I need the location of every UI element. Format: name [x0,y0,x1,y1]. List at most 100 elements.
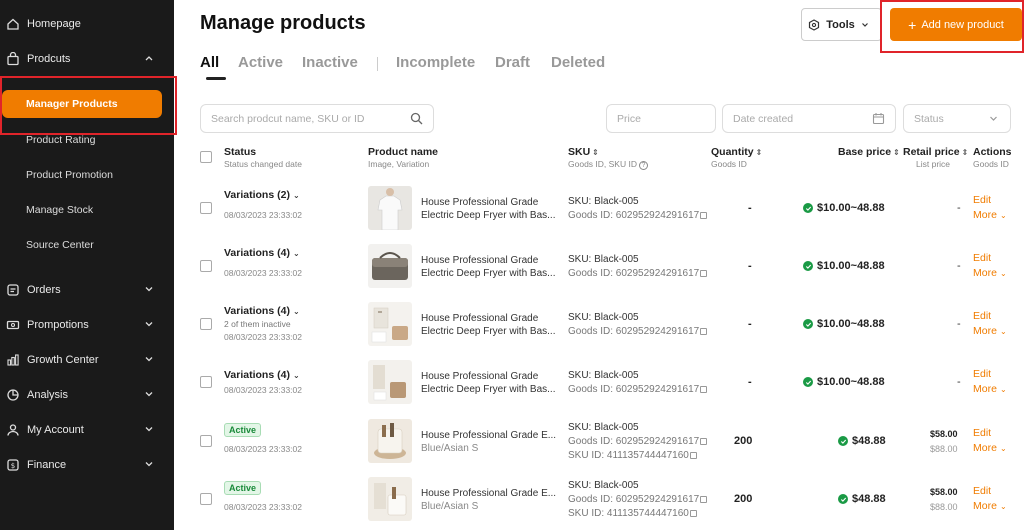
analysis-icon [6,388,20,402]
copy-icon[interactable] [689,509,697,517]
row-checkbox[interactable] [200,260,212,272]
product-thumbnail[interactable] [368,244,412,288]
sidebar-item-products[interactable]: Prodcuts [0,45,174,73]
sidebar-sub-manage-stock[interactable]: Manage Stock [26,204,93,216]
variations-toggle[interactable]: Variations (4) ⌄ [224,369,300,381]
col-sku[interactable]: SKU ⇕ [568,146,599,158]
product-variation: Blue/Asian S [421,501,479,512]
variations-toggle[interactable]: Variations (4) ⌄ [224,305,300,317]
edit-link[interactable]: Edit [973,310,991,322]
price-filter[interactable]: Price [606,104,716,133]
more-dropdown[interactable]: More ⌄ [973,267,1007,279]
col-retail-sub: List price [916,159,951,169]
sidebar-item-label: My Account [27,424,84,436]
base-price: $48.88 [838,435,886,447]
copy-icon[interactable] [700,269,708,277]
table-row[interactable]: Variations (2) ⌄ 08/03/2023 23:33:02 Hous… [188,180,1024,238]
product-name[interactable]: House Professional Grade E... Blue/Asian … [421,487,561,513]
variations-toggle[interactable]: Variations (4) ⌄ [224,247,300,259]
base-price: $48.88 [838,493,886,505]
search-input[interactable]: Search prodcut name, SKU or ID [200,104,434,133]
select-all-checkbox[interactable] [200,151,212,163]
sidebar-item-promotions[interactable]: Prompotions [0,311,174,339]
product-name[interactable]: House Professional Grade Electric Deep Fr… [421,312,561,338]
retail-price: - [957,260,961,272]
table-row[interactable]: Variations (4) ⌄ 2 of them inactive 08/03… [188,296,1024,354]
list-price: $88.00 [930,502,958,512]
col-quantity[interactable]: Quantity ⇕ [711,146,762,158]
col-status-sub: Status changed date [224,159,302,169]
tab-incomplete[interactable]: Incomplete [396,54,475,71]
row-checkbox[interactable] [200,376,212,388]
tab-draft[interactable]: Draft [495,54,530,71]
product-thumbnail[interactable] [368,186,412,230]
product-thumbnail[interactable] [368,302,412,346]
product-name[interactable]: House Professional Grade Electric Deep Fr… [421,370,561,396]
status-filter[interactable]: Status [903,104,1011,133]
base-price: $10.00~48.88 [803,202,885,214]
date-created-filter[interactable]: Date created [722,104,896,133]
more-dropdown[interactable]: More ⌄ [973,500,1007,512]
sidebar-item-growth-center[interactable]: Growth Center [0,346,174,374]
sidebar-item-finance[interactable]: $ Finance [0,451,174,479]
variations-toggle[interactable]: Variations (2) ⌄ [224,189,300,201]
tools-button[interactable]: Tools [801,8,882,41]
table-row[interactable]: Active 08/03/2023 23:33:02 House Profess… [188,471,1024,529]
goods-id: Goods ID: 602952924291617 [568,210,708,221]
col-sku-label: SKU [568,146,591,158]
goods-id-value: Goods ID: 602952924291617 [568,494,700,505]
status-date: 08/03/2023 23:33:02 [224,332,302,342]
product-name[interactable]: House Professional Grade Electric Deep Fr… [421,254,561,280]
table-row[interactable]: Variations (4) ⌄ 08/03/2023 23:33:02 Hous… [188,354,1024,412]
row-checkbox[interactable] [200,435,212,447]
tab-deleted[interactable]: Deleted [551,54,605,71]
edit-link[interactable]: Edit [973,252,991,264]
row-checkbox[interactable] [200,202,212,214]
row-checkbox[interactable] [200,493,212,505]
page-title: Manage products [200,12,366,34]
edit-link[interactable]: Edit [973,485,991,497]
sidebar-item-label: Orders [27,284,61,296]
col-base-label: Base price [838,146,892,158]
more-dropdown[interactable]: More ⌄ [973,209,1007,221]
tools-icon [809,18,820,31]
sidebar-item-homepage[interactable]: Homepage [0,10,174,38]
sidebar-sub-source-center[interactable]: Source Center [26,239,94,251]
more-dropdown[interactable]: More ⌄ [973,442,1007,454]
copy-icon[interactable] [700,385,708,393]
base-price-value: $10.00~48.88 [817,260,885,272]
product-thumbnail[interactable] [368,360,412,404]
tab-inactive[interactable]: Inactive [302,54,358,71]
product-name-line2: Electric Deep Fryer with Bas... [421,384,556,395]
sidebar-item-analysis[interactable]: Analysis [0,381,174,409]
product-thumbnail[interactable] [368,477,412,521]
tab-all[interactable]: All [200,54,219,71]
retail-price: $58.00 [930,487,958,497]
copy-icon[interactable] [700,211,708,219]
table-row[interactable]: Active 08/03/2023 23:33:02 House Profess… [188,413,1024,471]
product-name[interactable]: House Professional Grade Electric Deep Fr… [421,196,561,222]
sidebar-sub-product-promotion[interactable]: Product Promotion [26,169,113,181]
edit-link[interactable]: Edit [973,427,991,439]
copy-icon[interactable] [700,327,708,335]
edit-link[interactable]: Edit [973,194,991,206]
copy-icon[interactable] [689,451,697,459]
product-name[interactable]: House Professional Grade E... Blue/Asian … [421,429,561,455]
edit-link[interactable]: Edit [973,368,991,380]
tab-active[interactable]: Active [238,54,283,71]
chevron-up-icon [145,56,153,61]
copy-icon[interactable] [700,495,708,503]
sidebar-sub-product-rating[interactable]: Product Rating [26,134,95,146]
sidebar-item-my-account[interactable]: My Account [0,416,174,444]
table-row[interactable]: Variations (4) ⌄ 08/03/2023 23:33:02 Hous… [188,238,1024,296]
row-checkbox[interactable] [200,318,212,330]
product-thumbnail[interactable] [368,419,412,463]
col-base-price[interactable]: Base price ⇕ [838,146,900,158]
chevron-down-icon: ⌄ [999,269,1007,278]
sku: SKU: Black-005 [568,312,639,323]
sidebar-item-orders[interactable]: Orders [0,276,174,304]
col-retail-price[interactable]: Retail price ⇕ [903,146,968,158]
more-dropdown[interactable]: More ⌄ [973,325,1007,337]
copy-icon[interactable] [700,437,708,445]
more-dropdown[interactable]: More ⌄ [973,383,1007,395]
